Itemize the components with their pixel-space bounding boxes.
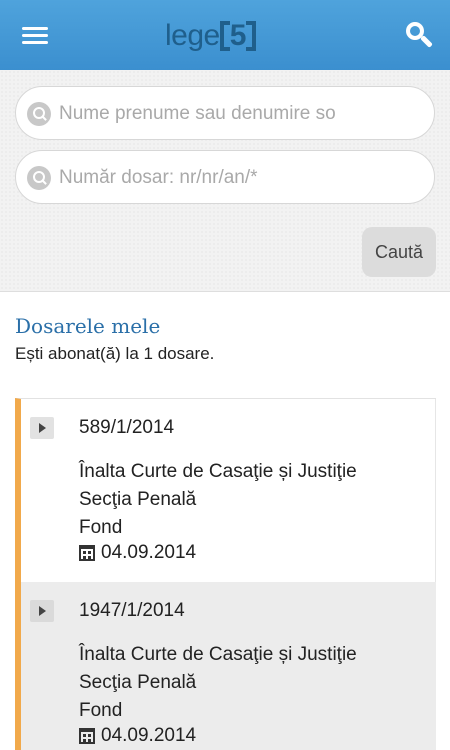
case-date-row: 04.09.2014 <box>79 542 196 564</box>
hamburger-menu-icon[interactable] <box>14 18 58 52</box>
case-date: 04.09.2014 <box>101 725 197 746</box>
case-details: Înalta Curte de Casaţie și Justiţie Secţ… <box>79 458 357 542</box>
search-panel: Caută <box>0 70 450 292</box>
expand-arrow-icon[interactable] <box>30 600 54 622</box>
case-list: 589/1/2014 Înalta Curte de Casaţie și Ju… <box>15 398 436 750</box>
search-icon[interactable] <box>402 18 436 52</box>
case-number: 1947/1/2014 <box>79 600 185 621</box>
court-section: Secţia Penală <box>79 489 197 510</box>
case-details: Înalta Curte de Casaţie și Justiţie Secţ… <box>79 641 357 725</box>
court-name: Înalta Curte de Casaţie și Justiţie <box>79 461 357 482</box>
search-button[interactable]: Caută <box>362 227 436 277</box>
case-stage: Fond <box>79 517 123 538</box>
expand-arrow-icon[interactable] <box>30 417 54 439</box>
case-card[interactable]: 1947/1/2014 Înalta Curte de Casaţie și J… <box>21 582 436 750</box>
section-title: Dosarele mele <box>15 314 161 338</box>
case-date: 04.09.2014 <box>101 542 197 563</box>
name-search-input[interactable] <box>59 99 399 129</box>
case-number-input[interactable] <box>59 163 399 193</box>
calendar-icon <box>79 545 95 561</box>
logo-text: lege <box>165 19 220 52</box>
app-logo[interactable]: lege 5 <box>165 16 257 56</box>
subscription-count-text: Ești abonat(ă) la 1 dosare. <box>15 344 215 363</box>
court-section: Secţia Penală <box>79 672 197 693</box>
case-date-row: 04.09.2014 <box>79 725 196 747</box>
logo-number: 5 <box>219 19 257 53</box>
case-number-field[interactable] <box>15 150 435 204</box>
search-icon <box>27 166 51 190</box>
search-icon <box>27 102 51 126</box>
top-bar: lege 5 <box>0 0 450 70</box>
name-search-field[interactable] <box>15 86 435 140</box>
case-card[interactable]: 589/1/2014 Înalta Curte de Casaţie și Ju… <box>21 399 436 582</box>
case-stage: Fond <box>79 700 123 721</box>
calendar-icon <box>79 728 95 744</box>
court-name: Înalta Curte de Casaţie și Justiţie <box>79 644 357 665</box>
case-number: 589/1/2014 <box>79 417 175 438</box>
